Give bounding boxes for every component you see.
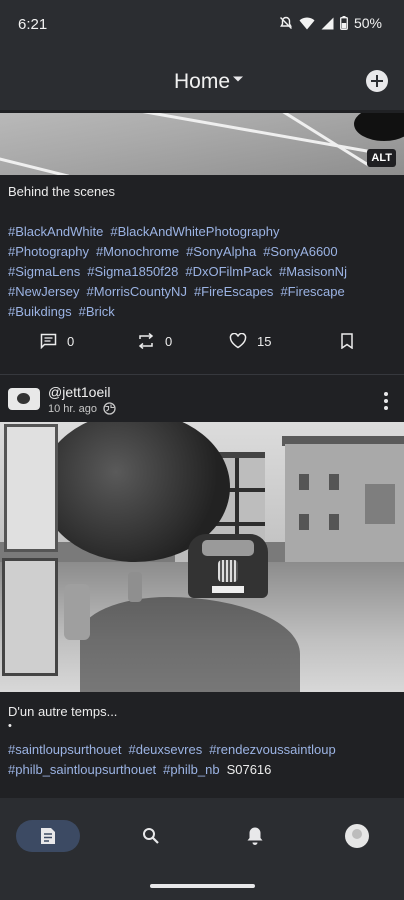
nav-profile[interactable] [344, 820, 370, 852]
reply-icon [40, 333, 57, 349]
post-author[interactable]: @jett1oeil [48, 384, 110, 400]
post-caption-1: Behind the scenes [8, 184, 115, 199]
hashtag-link[interactable]: #SigmaLens [8, 264, 80, 279]
more-options-icon[interactable] [384, 392, 388, 413]
nav-search[interactable] [138, 820, 164, 852]
hashtag-link[interactable]: #rendezvoussaintloup [209, 742, 335, 757]
avatar[interactable] [8, 388, 40, 410]
hashtag-link[interactable]: #Monochrome [96, 244, 179, 259]
status-icons: 50% [279, 15, 382, 31]
hashtag-link[interactable]: #MasisonNj [279, 264, 347, 279]
battery-percent: 50% [353, 15, 382, 31]
timeline-feed[interactable]: ALT Behind the scenes #BlackAndWhite #Bla… [0, 110, 404, 798]
hashtag-link[interactable]: #SonyA6600 [263, 244, 337, 259]
hashtag-link[interactable]: #SonyAlpha [186, 244, 256, 259]
hashtag-link[interactable]: #BlackAndWhite [8, 224, 103, 239]
bookmark-button[interactable] [340, 333, 354, 349]
heart-icon [229, 333, 247, 349]
hashtag-link[interactable]: #saintloupsurthouet [8, 742, 121, 757]
hashtag-link[interactable]: #DxOFilmPack [185, 264, 272, 279]
mute-icon [279, 16, 292, 29]
post-hashtags-1: #BlackAndWhite #BlackAndWhitePhotography … [8, 222, 398, 322]
bottom-navigation [0, 798, 404, 900]
post-timestamp: 10 hr. ago [48, 402, 97, 415]
post-divider [0, 374, 404, 375]
hashtag-link[interactable]: #Photography [8, 244, 89, 259]
hashtag-link[interactable]: #MorrisCountyNJ [87, 284, 187, 299]
hashtag-link[interactable]: #BlackAndWhitePhotography [110, 224, 279, 239]
hashtag-link[interactable]: #deuxsevres [128, 742, 202, 757]
hashtag-link[interactable]: #Firescape [280, 284, 344, 299]
reply-button[interactable]: 0 [40, 333, 74, 349]
favourite-count: 15 [257, 333, 272, 349]
post-trailing-text: S07616 [226, 762, 272, 777]
post-image-2[interactable] [0, 422, 404, 692]
gesture-handle [150, 884, 255, 888]
boost-button[interactable]: 0 [137, 333, 172, 349]
post-image-1[interactable]: ALT [0, 113, 404, 175]
reply-count: 0 [67, 333, 75, 349]
add-circle-icon[interactable] [366, 70, 388, 92]
hashtag-link[interactable]: #philb_saintloupsurthouet [8, 762, 156, 777]
hashtag-link[interactable]: #philb_nb [163, 762, 219, 777]
boost-icon [138, 333, 154, 349]
caption-bullet: • [8, 720, 12, 732]
nav-notifications[interactable] [242, 820, 268, 852]
signal-icon [321, 17, 334, 29]
feed-icon [41, 828, 55, 844]
post-actions-1: 0 0 15 [0, 333, 404, 357]
post-meta: 10 hr. ago [48, 402, 116, 415]
top-app-bar: Home [0, 52, 404, 110]
alt-text-badge[interactable]: ALT [367, 149, 396, 167]
profile-avatar [345, 824, 369, 848]
hashtag-link[interactable]: #Sigma1850f28 [87, 264, 178, 279]
wifi-icon [299, 17, 315, 29]
globe-icon [103, 402, 116, 415]
timeline-title[interactable]: Home [0, 70, 404, 94]
search-icon [143, 828, 159, 844]
battery-icon [340, 16, 348, 30]
status-time: 6:21 [18, 16, 48, 33]
dropdown-caret-icon[interactable] [232, 75, 244, 83]
post-hashtags-2: #saintloupsurthouet #deuxsevres #rendezvou… [8, 740, 398, 780]
hashtag-link[interactable]: #Buikdings [8, 304, 72, 319]
hashtag-link[interactable]: #Brick [79, 304, 115, 319]
hashtag-link[interactable]: #FireEscapes [194, 284, 273, 299]
nav-feed[interactable] [16, 820, 80, 852]
boost-count: 0 [165, 333, 173, 349]
favourite-button[interactable]: 15 [229, 333, 271, 349]
status-bar: 6:21 50% [0, 0, 404, 52]
notifications-icon [247, 827, 263, 845]
bookmark-icon [341, 333, 353, 349]
post-caption-2: D'un autre temps... [8, 704, 118, 719]
hashtag-link[interactable]: #NewJersey [8, 284, 80, 299]
